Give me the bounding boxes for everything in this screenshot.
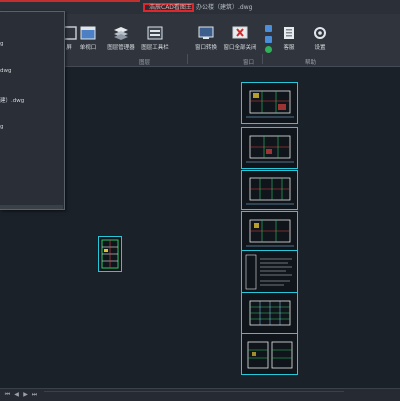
recent-file-item[interactable]: dwg [0,68,11,74]
recent-file-item[interactable]: g [0,124,4,130]
recent-files-panel: g dwg 建）.dwg g [0,11,65,210]
recent-file-item[interactable]: g [0,41,4,47]
single-viewport-icon [80,26,96,40]
layer-manager-icon [114,27,128,40]
group-label-help: 帮助 [305,60,317,66]
recent-file-item[interactable]: 建）.dwg [0,96,24,104]
customer-service-label: 客服 [283,45,295,51]
tile-vertical-icon[interactable] [265,25,272,32]
layer-manager-button[interactable]: 图层管理器 [104,26,138,51]
title-accent-line [0,0,140,2]
layer-toolbar-label: 图层工具栏 [141,45,169,51]
document-title: 办公楼（建筑）.dwg [196,4,253,11]
elevation-drawing [249,300,291,326]
sheet-elevation-1[interactable] [241,292,298,334]
app-title: 浩辰CAD看图王 [149,4,192,11]
floor-plan-drawing [246,177,294,205]
close-all-windows-icon [232,26,248,39]
settings-button[interactable]: 设置 [303,26,337,51]
settings-label: 设置 [314,45,326,51]
window-switch-button[interactable]: 窗口转换 [189,26,223,51]
window-switch-label: 窗口转换 [194,45,217,51]
layout-tabs-strip [44,391,344,398]
gear-icon [314,27,326,39]
close-all-windows-button[interactable]: 窗口全部关闭 [223,26,257,51]
sheet-plan-2[interactable] [241,127,298,169]
group-label-window: 窗口 [243,60,255,66]
first-layout-icon[interactable]: ⏮ [4,391,11,398]
customer-service-icon [284,27,294,39]
panel-footer [0,205,63,209]
layer-toolbar-button[interactable]: 图层工具栏 [138,26,172,51]
drawing-thumbnail[interactable] [98,236,122,272]
floor-plan-drawing [246,219,294,247]
drawing-thumbnail-content [101,239,119,269]
single-viewport-button[interactable]: 单视口 [71,26,105,51]
group-label-layers: 图层 [139,60,151,66]
last-layout-icon[interactable]: ⏭ [31,391,38,398]
sheet-plan-1[interactable] [241,82,298,124]
customer-service-button[interactable]: 客服 [272,26,306,51]
group-separator [262,54,263,64]
previous-layout-icon[interactable]: ◀ [13,391,20,398]
tile-horizontal-icon[interactable] [265,36,272,43]
notes-drawing [245,254,292,290]
single-viewport-label: 单视口 [79,45,97,51]
info-icon[interactable] [265,46,272,53]
close-all-windows-label: 窗口全部关闭 [223,45,257,51]
floor-plan-drawing [246,90,294,118]
sheet-notes[interactable] [241,250,298,294]
group-separator [187,54,188,64]
sheet-plan-3[interactable] [241,170,298,210]
layout-tab-bar: ⏮ ◀ ▶ ⏭ [0,388,400,401]
layer-toolbar-icon [147,26,163,40]
sheet-plan-4[interactable] [241,211,298,253]
sheet-elevation-2[interactable] [241,333,298,375]
window-switch-icon [198,26,214,39]
floor-plan-drawing [246,135,294,163]
elevation-drawing [247,341,293,369]
next-layout-icon[interactable]: ▶ [22,391,29,398]
layer-manager-label: 图层管理器 [107,45,135,51]
